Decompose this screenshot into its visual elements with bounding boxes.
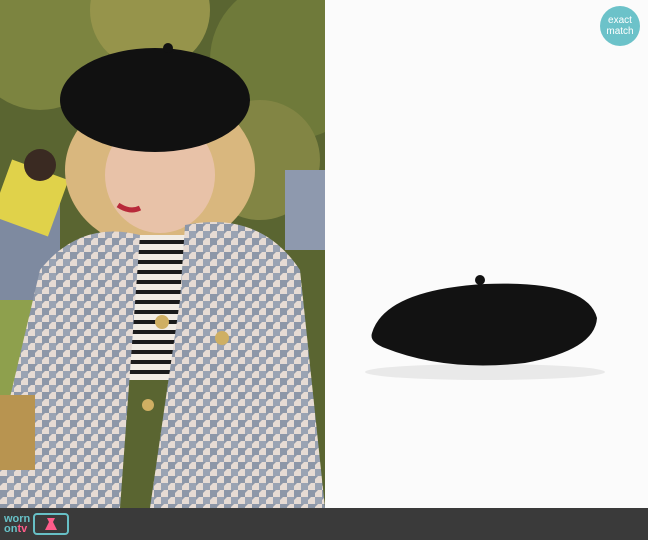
logo-on-tv: ontv — [4, 523, 30, 535]
scene-illustration — [0, 0, 325, 508]
wornontv-logo[interactable]: worn ontv — [4, 510, 70, 538]
badge-line-1: exact — [608, 15, 632, 26]
logo-tv: tv — [17, 523, 28, 535]
product-panel: exact match — [325, 0, 648, 508]
logo-text: worn ontv — [4, 514, 30, 535]
badge-line-2: match — [606, 26, 634, 37]
image-canvas: exact match worn ontv — [0, 0, 648, 540]
tv-dress-icon — [33, 513, 70, 535]
logo-on: on — [4, 523, 18, 535]
exact-match-badge: exact match — [600, 6, 640, 46]
footer-bar: worn ontv — [0, 508, 648, 540]
scene-photo — [0, 0, 325, 508]
beret-product-image — [365, 275, 605, 380]
